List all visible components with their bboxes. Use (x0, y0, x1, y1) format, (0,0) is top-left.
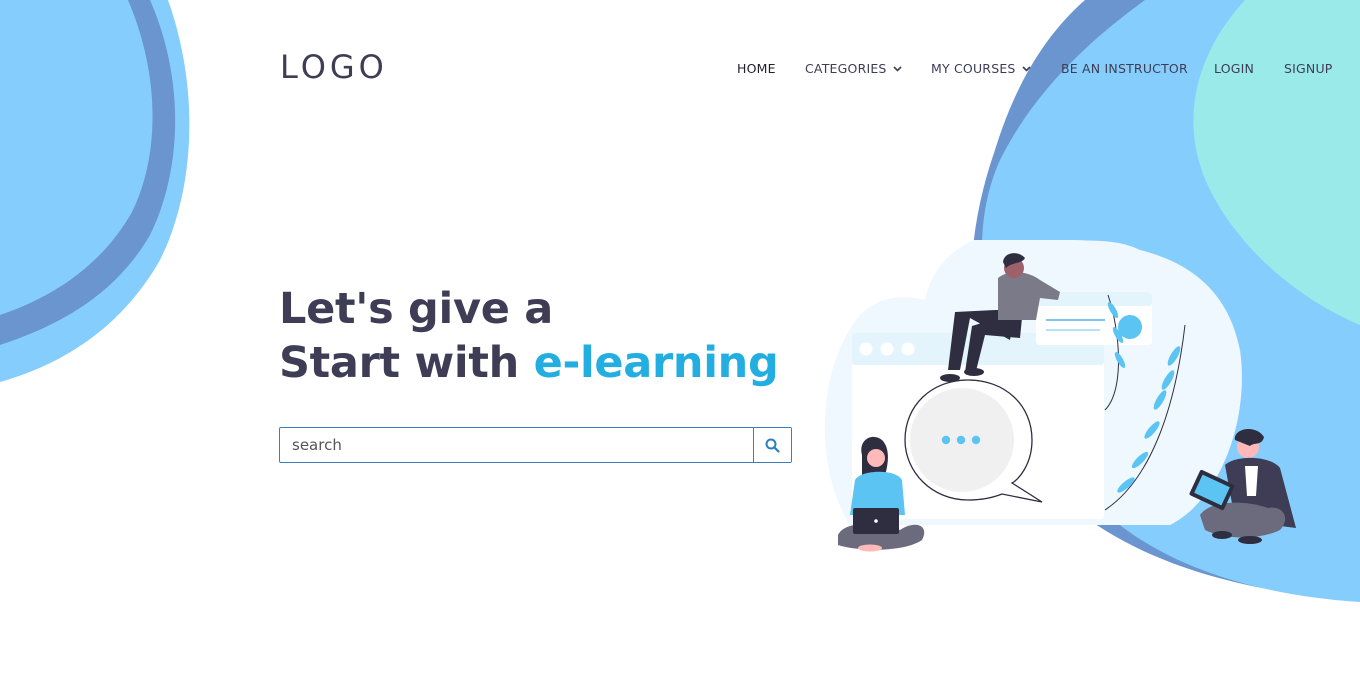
chevron-down-icon (893, 66, 902, 72)
chevron-down-icon (1021, 66, 1031, 72)
nav-my-courses[interactable]: MY COURSES (931, 61, 1031, 76)
hero-line-2: Start with e-learning (279, 336, 779, 390)
logo[interactable]: LOGO (280, 48, 388, 86)
hero-line-2-prefix: Start with (279, 338, 534, 388)
nav-be-an-instructor[interactable]: BE AN INSTRUCTOR (1061, 61, 1188, 76)
hero-illustration (824, 240, 1296, 552)
browser-dot (901, 342, 915, 356)
nav-categories-label: CATEGORIES (805, 61, 887, 76)
nav-signup[interactable]: SIGNUP (1284, 61, 1333, 76)
search-button[interactable] (753, 428, 791, 462)
small-card-circle (1118, 315, 1142, 339)
hero-line-1: Let's give a (279, 284, 553, 334)
search-input[interactable] (280, 428, 753, 462)
browser-dot (880, 342, 894, 356)
nav-login[interactable]: LOGIN (1214, 61, 1254, 76)
nav-my-courses-label: MY COURSES (931, 61, 1016, 76)
nav-categories[interactable]: CATEGORIES (805, 61, 902, 76)
browser-dot (859, 342, 873, 356)
search-icon (765, 438, 780, 453)
search-bar (279, 427, 792, 463)
nav-home[interactable]: HOME (737, 61, 776, 76)
hero-headline: Let's give a Start with e-learning (279, 282, 779, 390)
hero-line-2-accent: e-learning (533, 338, 779, 388)
